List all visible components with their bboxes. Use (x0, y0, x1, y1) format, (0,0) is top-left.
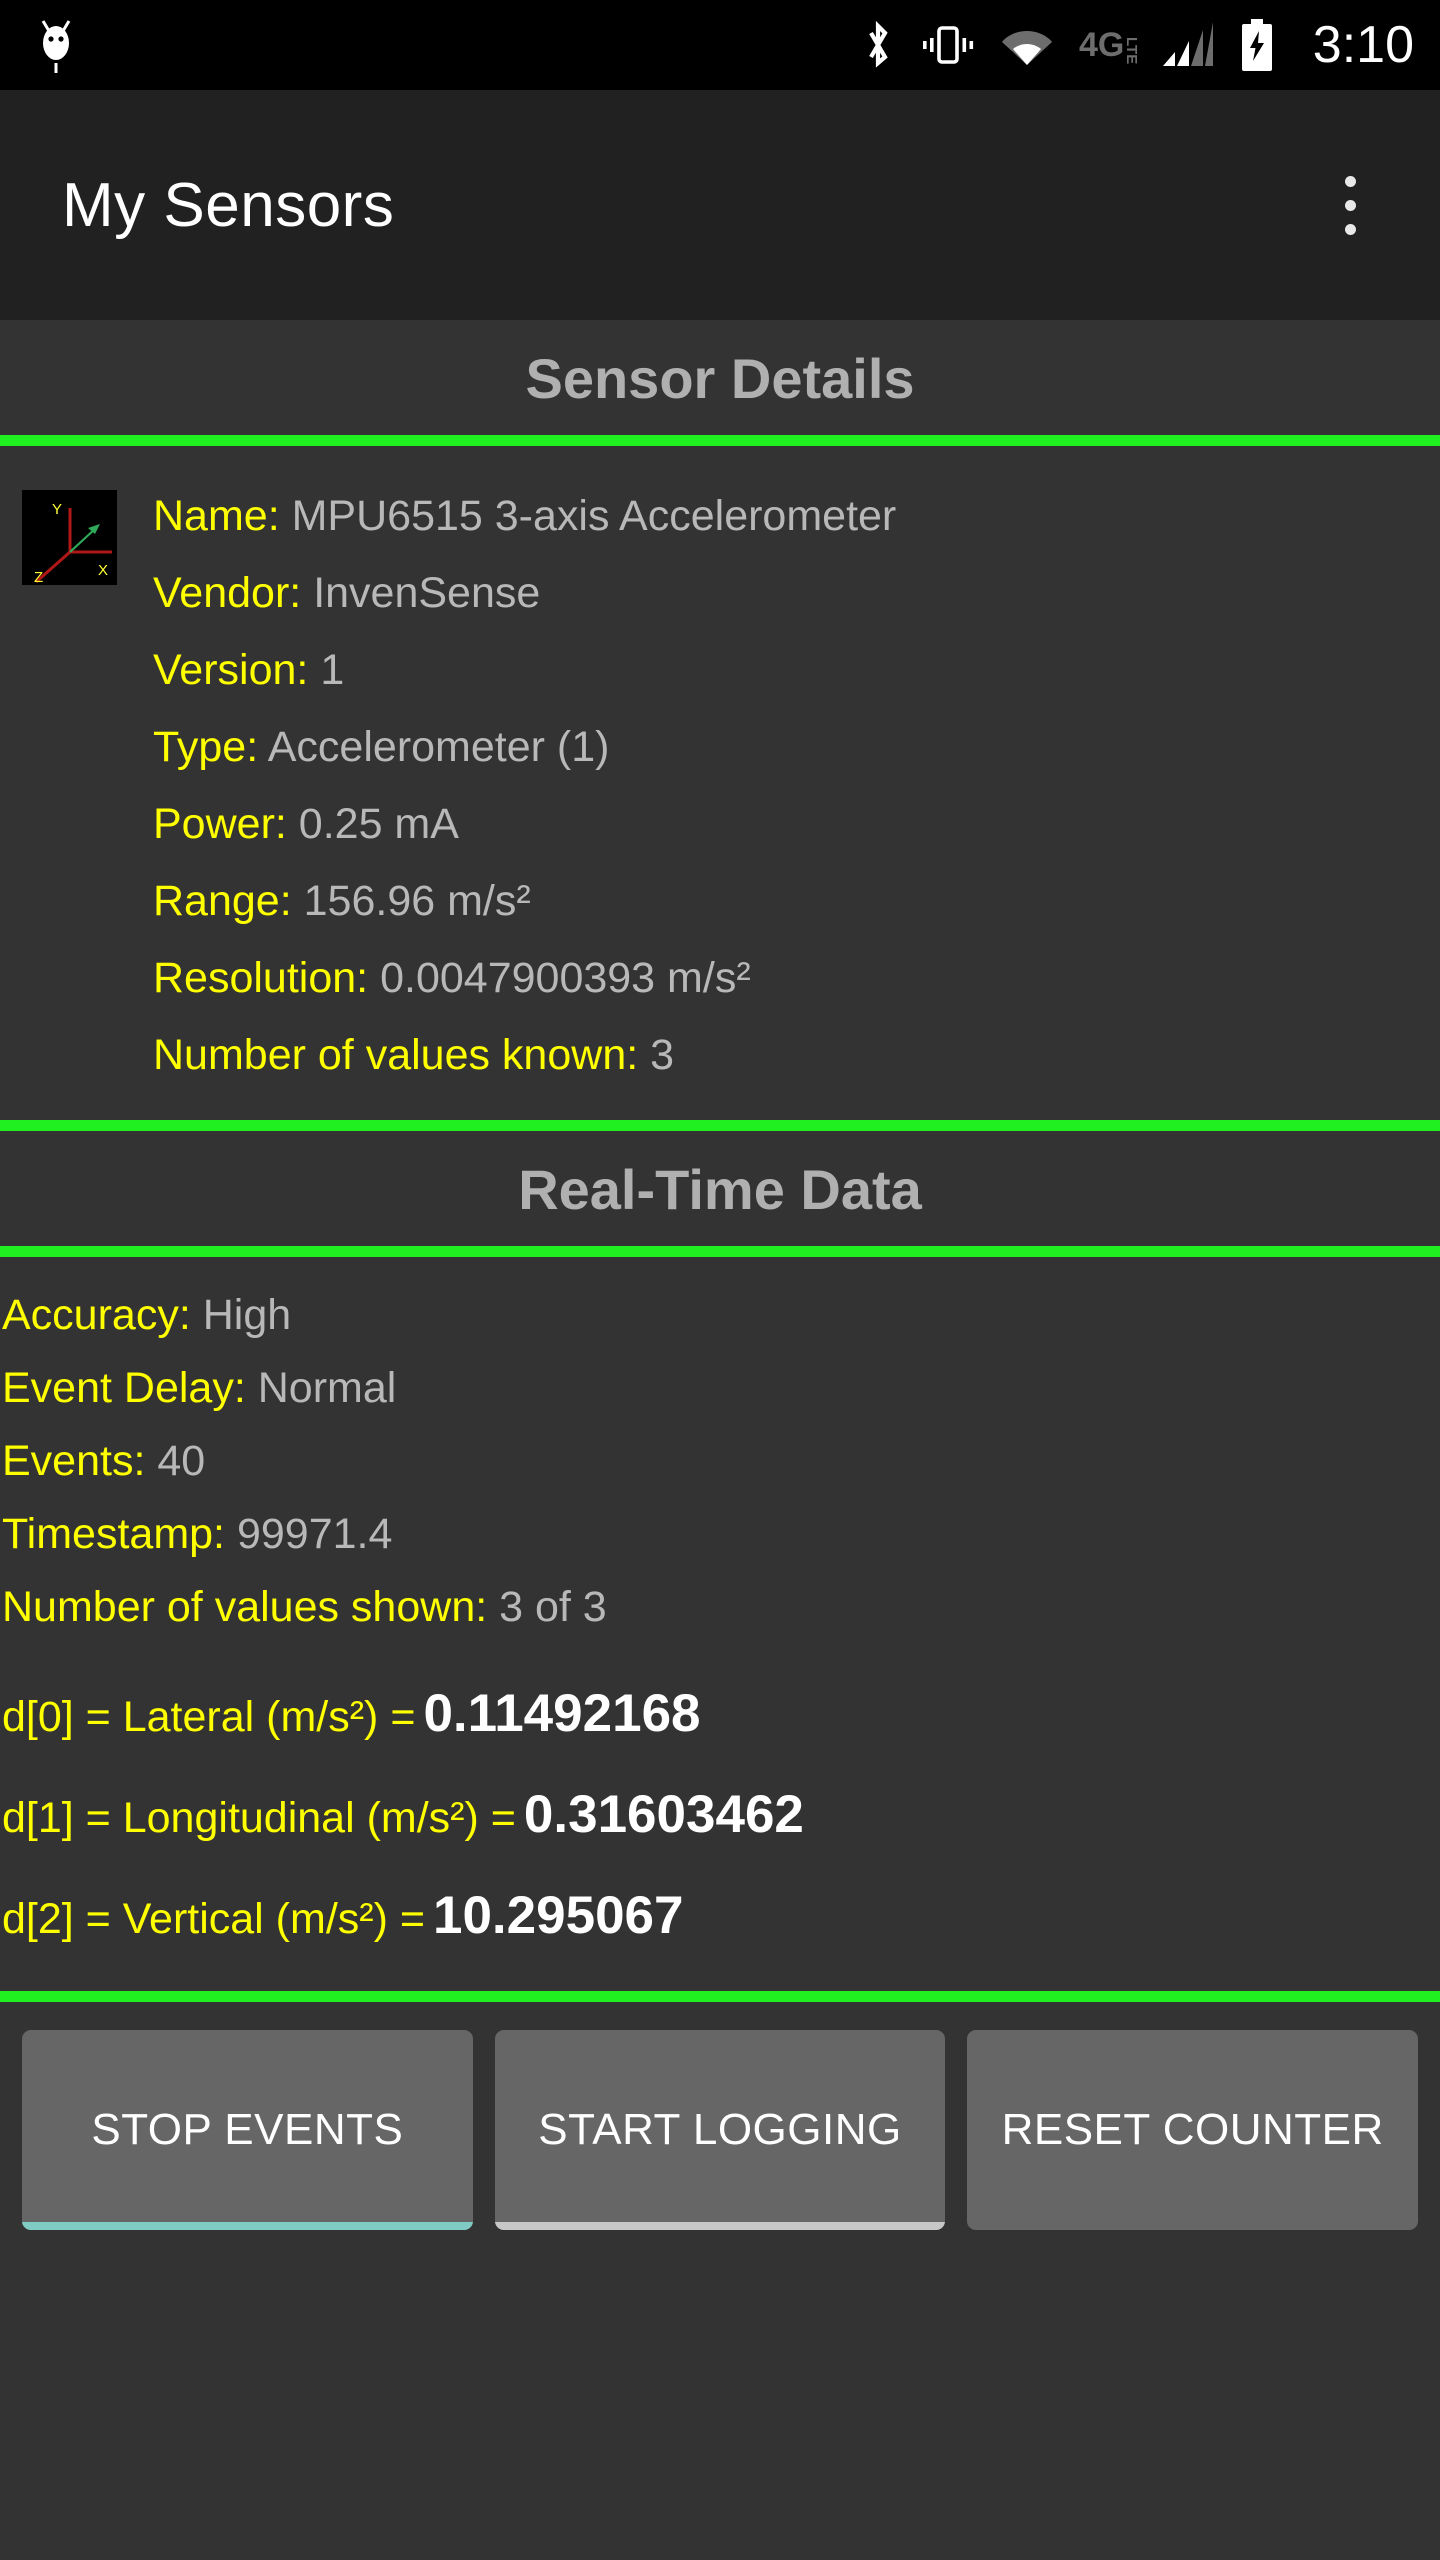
divider-green (0, 1120, 1440, 1131)
axis-value: 0.11492168 (423, 1684, 701, 1743)
detail-label: Resolution: (153, 954, 369, 1002)
svg-text:Z: Z (34, 569, 43, 585)
detail-value: 0.0047900393 m/s² (380, 954, 751, 1002)
realtime-row: Accuracy: High (0, 1279, 1440, 1352)
status-bar-right: 4G LTE 3:10 (861, 15, 1414, 75)
realtime-label: Event Delay: (2, 1364, 246, 1412)
button-underline (22, 2222, 473, 2230)
detail-value: 3 (650, 1031, 675, 1079)
realtime-row: Timestamp: 99971.4 (0, 1498, 1440, 1571)
axis-value: 10.295067 (432, 1886, 684, 1945)
wifi-icon (1001, 23, 1053, 67)
android-robot-icon (34, 17, 78, 73)
detail-value: 1 (320, 646, 345, 694)
overflow-dot-icon (1344, 223, 1356, 235)
axis-readings: d[0] = Lateral (m/s²) = 0.11492168 d[1] =… (0, 1644, 1440, 1973)
detail-value: InvenSense (313, 569, 541, 617)
detail-value: 156.96 m/s² (303, 877, 531, 925)
status-bar-left (34, 17, 78, 73)
detail-label: Name: (153, 492, 280, 540)
axis-label: d[0] = Lateral (m/s²) = (2, 1693, 416, 1741)
axis-value: 0.31603462 (523, 1785, 804, 1844)
reset-counter-button[interactable]: RESET COUNTER (967, 2030, 1419, 2230)
detail-value: MPU6515 3-axis Accelerometer (291, 492, 897, 540)
realtime-label: Number of values shown: (2, 1583, 488, 1631)
svg-text:4G: 4G (1079, 26, 1124, 64)
status-clock: 3:10 (1312, 16, 1414, 74)
detail-value: Accelerometer (1) (267, 723, 610, 771)
divider-green (0, 1246, 1440, 1257)
realtime-row: Number of values shown: 3 of 3 (0, 1571, 1440, 1644)
bluetooth-icon (861, 20, 895, 70)
stop-events-button[interactable]: STOP EVENTS (22, 2030, 473, 2230)
divider-green (0, 435, 1440, 446)
detail-row: Power: 0.25 mA (153, 786, 1440, 863)
detail-row: Name: MPU6515 3-axis Accelerometer (153, 478, 1440, 555)
detail-label: Type: (153, 723, 259, 771)
detail-row: Version: 1 (153, 632, 1440, 709)
detail-value: 0.25 mA (298, 800, 459, 848)
status-bar: 4G LTE 3:10 (0, 0, 1440, 90)
action-button-bar: STOP EVENTS START LOGGING RESET COUNTER (0, 2002, 1440, 2230)
divider-green (0, 1991, 1440, 2002)
start-logging-button[interactable]: START LOGGING (494, 2030, 946, 2230)
axis-label: d[1] = Longitudinal (m/s²) = (2, 1794, 516, 1842)
detail-label: Vendor: (153, 569, 302, 617)
axis-row: d[1] = Longitudinal (m/s²) = 0.31603462 (0, 1771, 1440, 1872)
overflow-dot-icon (1344, 175, 1356, 187)
svg-text:X: X (98, 562, 108, 579)
realtime-row: Event Delay: Normal (0, 1352, 1440, 1425)
overflow-menu-button[interactable] (1310, 155, 1390, 255)
realtime-value: 99971.4 (236, 1510, 393, 1558)
accelerometer-axes-icon: Y X Z (22, 490, 117, 585)
detail-row: Vendor: InvenSense (153, 555, 1440, 632)
realtime-label: Accuracy: (2, 1291, 191, 1339)
stop-events-label: STOP EVENTS (91, 2105, 404, 2154)
sensor-details-header: Sensor Details (0, 320, 1440, 435)
realtime-value: Normal (257, 1364, 397, 1412)
app-title: My Sensors (62, 170, 395, 240)
detail-label: Power: (153, 800, 287, 848)
realtime-data-header: Real-Time Data (0, 1131, 1440, 1246)
realtime-value: High (202, 1291, 292, 1339)
detail-row: Type: Accelerometer (1) (153, 709, 1440, 786)
axis-row: d[2] = Vertical (m/s²) = 10.295067 (0, 1872, 1440, 1973)
vibrate-icon (921, 22, 975, 68)
sensor-details-panel: Y X Z Name: MPU6515 3-axis Accelerometer… (0, 446, 1440, 1120)
reset-counter-label: RESET COUNTER (1001, 2105, 1384, 2154)
realtime-data-panel: Accuracy: High Event Delay: Normal Event… (0, 1257, 1440, 1991)
realtime-label: Timestamp: (2, 1510, 225, 1558)
realtime-label: Events: (2, 1437, 146, 1485)
detail-row: Number of values known: 3 (153, 1017, 1440, 1094)
cell-signal-icon (1162, 22, 1213, 68)
axis-label: d[2] = Vertical (m/s²) = (2, 1895, 425, 1943)
realtime-value: 40 (157, 1437, 206, 1485)
4g-lte-icon: 4G LTE (1079, 23, 1137, 67)
detail-label: Version: (153, 646, 309, 694)
detail-label: Number of values known: (153, 1031, 639, 1079)
button-underline (967, 2222, 1418, 2230)
button-underline (494, 2222, 946, 2230)
detail-label: Range: (153, 877, 292, 925)
svg-text:LTE: LTE (1123, 37, 1137, 64)
detail-row: Resolution: 0.0047900393 m/s² (153, 940, 1440, 1017)
sensor-detail-list: Name: MPU6515 3-axis Accelerometer Vendo… (117, 478, 1440, 1094)
detail-row: Range: 156.96 m/s² (153, 863, 1440, 940)
start-logging-label: START LOGGING (538, 2105, 902, 2154)
realtime-value: 3 of 3 (499, 1583, 607, 1631)
realtime-row: Events: 40 (0, 1425, 1440, 1498)
overflow-dot-icon (1344, 199, 1356, 211)
battery-charging-icon (1239, 19, 1275, 71)
svg-text:Y: Y (52, 501, 62, 518)
app-bar: My Sensors (0, 90, 1440, 320)
axis-row: d[0] = Lateral (m/s²) = 0.11492168 (0, 1670, 1440, 1771)
